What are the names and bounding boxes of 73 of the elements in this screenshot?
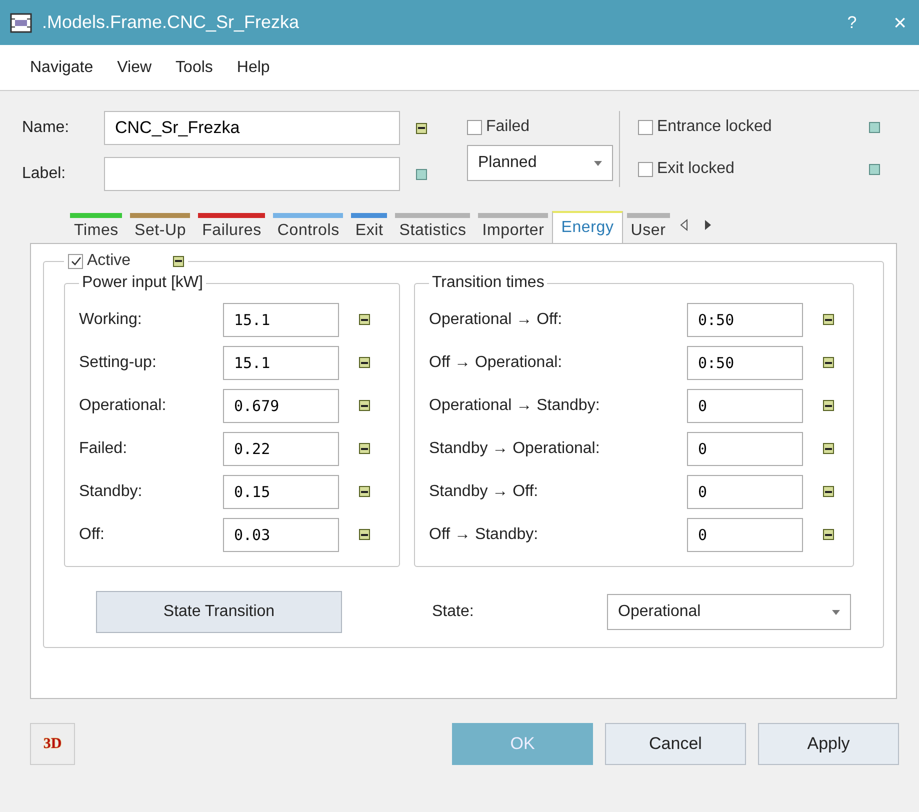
field-label: Standby: xyxy=(79,482,144,500)
caret-icon xyxy=(594,160,602,166)
inherit-toggle-icon[interactable] xyxy=(172,256,184,266)
value-field[interactable]: 0:50 xyxy=(687,346,803,380)
menu-item[interactable]: View xyxy=(109,54,160,80)
group-title: Power input [kW] xyxy=(81,274,204,292)
value-field[interactable]: 0.15 xyxy=(223,474,339,508)
value-field[interactable]: 0.22 xyxy=(223,432,339,466)
checkbox-label: Failed xyxy=(486,118,530,136)
inherit-toggle-icon[interactable] xyxy=(823,486,834,497)
inherit-toggle-icon[interactable] xyxy=(359,443,370,454)
caret-icon xyxy=(832,610,840,614)
field-label: Operational → Standby: xyxy=(429,396,601,414)
label-field[interactable] xyxy=(104,157,400,191)
menu-item[interactable]: Help xyxy=(228,54,278,80)
checkbox[interactable] xyxy=(68,254,83,268)
value-field[interactable]: 0.03 xyxy=(223,518,339,552)
checkbox[interactable] xyxy=(638,162,653,176)
window-title: .Models.Frame.CNC_Sr_Frezka xyxy=(42,12,300,33)
field-label: Standby → Operational: xyxy=(429,440,601,458)
inherit-toggle-icon[interactable] xyxy=(823,529,834,540)
checkbox-label: Exit locked xyxy=(657,160,736,178)
tab[interactable]: Energy xyxy=(552,211,623,243)
checkbox[interactable] xyxy=(638,120,653,134)
field-label: Setting-up: xyxy=(79,354,158,372)
window-icon xyxy=(10,12,32,32)
scroll-left-icon[interactable] xyxy=(680,219,688,231)
field-label: Off → Standby: xyxy=(429,526,540,544)
inherit-toggle-icon[interactable] xyxy=(359,314,370,325)
inherit-toggle-icon[interactable] xyxy=(359,357,370,368)
cancel-button[interactable]: Cancel xyxy=(605,723,746,765)
inherit-toggle-icon[interactable] xyxy=(416,168,427,180)
state-label: State: xyxy=(432,603,475,621)
inherit-toggle-icon[interactable] xyxy=(869,164,880,174)
inherit-toggle-icon[interactable] xyxy=(823,357,834,368)
state-dropdown[interactable]: Operational xyxy=(607,594,851,630)
value-field[interactable]: 0.679 xyxy=(223,388,339,422)
state-transition-button[interactable]: State Transition xyxy=(96,591,342,633)
value-field[interactable]: 15.1 xyxy=(223,302,339,336)
inherit-toggle-icon[interactable] xyxy=(823,314,834,325)
inherit-toggle-icon[interactable] xyxy=(869,122,880,132)
field-label: Failed: xyxy=(79,440,128,458)
inherit-toggle-icon[interactable] xyxy=(823,443,834,454)
field-label: Operational: xyxy=(79,396,168,414)
scroll-right-icon[interactable] xyxy=(704,219,712,231)
inherit-toggle-icon[interactable] xyxy=(416,122,427,134)
name-field[interactable]: CNC_Sr_Frezka xyxy=(104,111,400,145)
menu-item[interactable]: Navigate xyxy=(22,54,102,80)
inherit-toggle-icon[interactable] xyxy=(359,529,370,540)
field-label: Standby → Off: xyxy=(429,482,540,500)
inherit-toggle-icon[interactable] xyxy=(823,400,834,411)
field-label: Operational → Off: xyxy=(429,310,564,328)
status-dropdown[interactable]: Planned xyxy=(467,145,613,181)
inherit-toggle-icon[interactable] xyxy=(359,486,370,497)
label-label: Label: xyxy=(22,165,67,183)
value-field[interactable]: 0 xyxy=(687,474,803,508)
3d-button[interactable]: 3D xyxy=(30,723,75,765)
group-title: Transition times xyxy=(431,274,546,292)
checkbox-label: Active xyxy=(87,252,131,270)
field-label: Off: xyxy=(79,526,106,544)
field-label: Off → Operational: xyxy=(429,354,564,372)
name-label: Name: xyxy=(22,119,70,137)
value-field[interactable]: 0:50 xyxy=(687,302,803,336)
value-field[interactable]: 0 xyxy=(687,388,803,422)
checkbox-label: Entrance locked xyxy=(657,118,773,136)
apply-button[interactable]: Apply xyxy=(758,723,899,765)
checkbox[interactable] xyxy=(467,120,482,134)
menu-item[interactable]: Tools xyxy=(168,54,221,80)
value-field[interactable]: 0 xyxy=(687,432,803,466)
value-field[interactable]: 15.1 xyxy=(223,346,339,380)
inherit-toggle-icon[interactable] xyxy=(359,400,370,411)
value-field[interactable]: 0 xyxy=(687,518,803,552)
field-label: Working: xyxy=(79,310,143,328)
